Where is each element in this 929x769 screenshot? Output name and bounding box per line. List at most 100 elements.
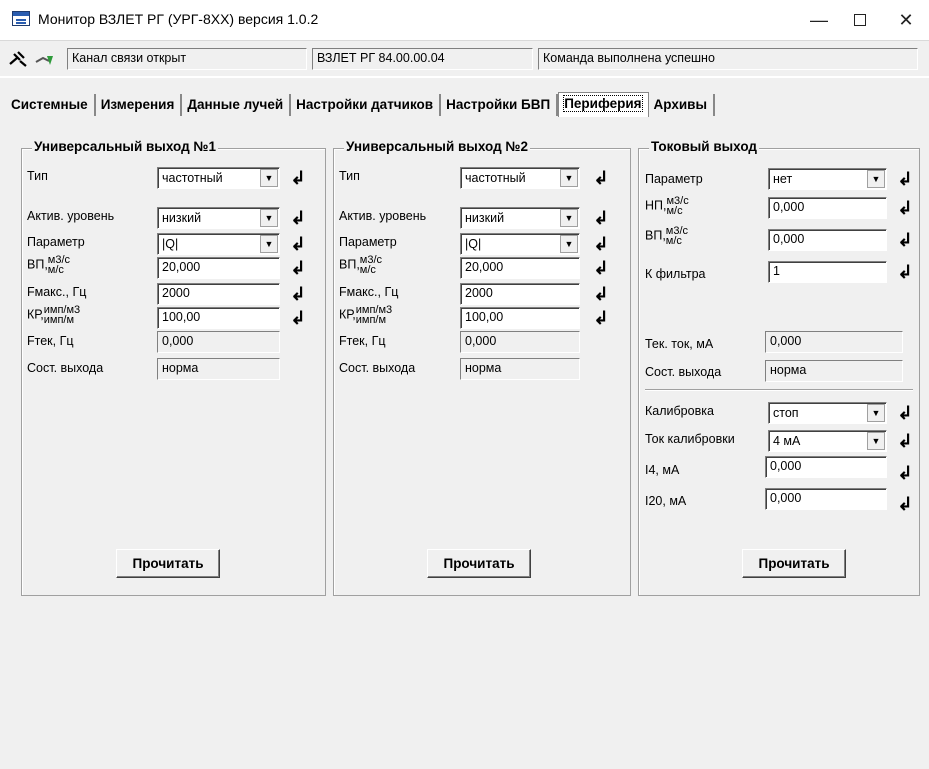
fmax-label: Fмакс., Гц xyxy=(27,285,87,299)
apply-type-button[interactable]: ↲ xyxy=(590,167,612,189)
apply-vp-button[interactable]: ↲ xyxy=(590,257,612,279)
maximize-icon xyxy=(854,14,866,26)
level-value: низкий xyxy=(162,211,202,225)
calibration-label: Калибровка xyxy=(645,404,714,418)
fmax-input[interactable]: 2000 xyxy=(460,283,580,305)
apply-level-button[interactable]: ↲ xyxy=(287,207,309,229)
level-select[interactable]: низкий ▼ xyxy=(157,207,280,229)
vp-text: ВП, xyxy=(27,257,48,272)
universal-output-1-group: Универсальный выход №1 Тип частотный ▼ ↲ … xyxy=(21,139,326,596)
chevron-down-icon[interactable]: ▼ xyxy=(867,432,885,450)
apply-vp-button[interactable]: ↲ xyxy=(287,257,309,279)
antenna-icon[interactable] xyxy=(33,49,57,69)
state-label: Сост. выхода xyxy=(339,361,416,375)
minimize-button[interactable]: — xyxy=(796,2,842,38)
chevron-down-icon[interactable]: ▼ xyxy=(560,169,578,187)
vp-label: ВП,м3/с м/с xyxy=(339,255,382,276)
vp-unit: м3/с м/с xyxy=(48,255,70,276)
apply-np-button[interactable]: ↲ xyxy=(894,197,916,219)
apply-vp-button[interactable]: ↲ xyxy=(894,229,916,251)
tab-archives[interactable]: Архивы xyxy=(649,94,715,116)
tab-sensor-settings[interactable]: Настройки датчиков xyxy=(291,94,442,116)
close-button[interactable]: ✕ xyxy=(883,2,929,38)
fmax-input[interactable]: 2000 xyxy=(157,283,280,305)
plug-icon[interactable] xyxy=(6,49,30,69)
kp-input[interactable]: 100,00 xyxy=(460,307,580,329)
read-button[interactable]: Прочитать xyxy=(742,549,846,578)
kp-label: КР,имп/м3 имп/м xyxy=(27,305,80,326)
tab-system[interactable]: Системные xyxy=(6,94,96,116)
apply-kp-button[interactable]: ↲ xyxy=(590,307,612,329)
tab-periphery[interactable]: Периферия xyxy=(558,92,649,117)
kp-text: КР, xyxy=(27,307,44,322)
apply-level-button[interactable]: ↲ xyxy=(590,207,612,229)
tab-bvp-settings[interactable]: Настройки БВП xyxy=(441,94,559,116)
apply-param-button[interactable]: ↲ xyxy=(287,233,309,255)
type-select[interactable]: частотный ▼ xyxy=(460,167,580,189)
vp-input[interactable]: 20,000 xyxy=(460,257,580,279)
maximize-button[interactable] xyxy=(837,2,883,38)
i20-label: I20, мА xyxy=(645,494,687,508)
kp-unit: имп/м3 имп/м xyxy=(44,305,80,326)
np-text: НП, xyxy=(645,198,667,213)
apply-calibration-current-button[interactable]: ↲ xyxy=(894,430,916,452)
apply-type-button[interactable]: ↲ xyxy=(287,167,309,189)
calibration-select[interactable]: стоп ▼ xyxy=(768,402,887,424)
apply-param-button[interactable]: ↲ xyxy=(894,168,916,190)
apply-param-button[interactable]: ↲ xyxy=(590,233,612,255)
apply-fmax-button[interactable]: ↲ xyxy=(590,283,612,305)
vp-label: ВП,м3/с м/с xyxy=(27,255,70,276)
kp-input[interactable]: 100,00 xyxy=(157,307,280,329)
param-select[interactable]: |Q| ▼ xyxy=(460,233,580,255)
status-device: ВЗЛЕТ РГ 84.00.00.04 xyxy=(312,48,533,70)
i4-input[interactable]: 0,000 xyxy=(765,456,887,478)
apply-i4-button[interactable]: ↲ xyxy=(894,462,916,484)
tab-periphery-label: Периферия xyxy=(563,95,643,112)
ftek-label: Fтек, Гц xyxy=(339,334,386,348)
divider xyxy=(645,389,913,391)
param-select[interactable]: |Q| ▼ xyxy=(157,233,280,255)
apply-i20-button[interactable]: ↲ xyxy=(894,493,916,515)
vp-text: ВП, xyxy=(339,257,360,272)
vp-input[interactable]: 0,000 xyxy=(768,229,887,251)
tab-measurements[interactable]: Измерения xyxy=(96,94,183,116)
chevron-down-icon[interactable]: ▼ xyxy=(260,235,278,253)
apply-filter-button[interactable]: ↲ xyxy=(894,261,916,283)
type-label: Тип xyxy=(27,169,48,183)
fmax-label: Fмакс., Гц xyxy=(339,285,399,299)
read-button[interactable]: Прочитать xyxy=(116,549,220,578)
app-icon xyxy=(12,11,30,26)
state-value: норма xyxy=(765,360,903,382)
np-input[interactable]: 0,000 xyxy=(768,197,887,219)
param-value: |Q| xyxy=(162,237,179,251)
state-label: Сост. выхода xyxy=(645,365,722,379)
type-select[interactable]: частотный ▼ xyxy=(157,167,280,189)
universal-output-2-group: Универсальный выход №2 Тип частотный ▼ ↲ … xyxy=(333,139,631,596)
np-label: НП,м3/с м/с xyxy=(645,196,689,217)
vp-input[interactable]: 20,000 xyxy=(157,257,280,279)
chevron-down-icon[interactable]: ▼ xyxy=(867,404,885,422)
calibration-current-label: Ток калибровки xyxy=(645,432,735,446)
tab-beam-data[interactable]: Данные лучей xyxy=(182,94,292,116)
param-select[interactable]: нет ▼ xyxy=(768,168,887,190)
level-select[interactable]: низкий ▼ xyxy=(460,207,580,229)
type-value: частотный xyxy=(162,171,223,185)
ftek-value: 0,000 xyxy=(157,331,280,353)
apply-calibration-button[interactable]: ↲ xyxy=(894,402,916,424)
apply-kp-button[interactable]: ↲ xyxy=(287,307,309,329)
chevron-down-icon[interactable]: ▼ xyxy=(560,235,578,253)
apply-fmax-button[interactable]: ↲ xyxy=(287,283,309,305)
np-unit-bot: м/с xyxy=(666,205,683,217)
chevron-down-icon[interactable]: ▼ xyxy=(560,209,578,227)
chevron-down-icon[interactable]: ▼ xyxy=(260,169,278,187)
state-label: Сост. выхода xyxy=(27,361,104,375)
i20-input[interactable]: 0,000 xyxy=(765,488,887,510)
level-label: Актив. уровень xyxy=(27,209,115,223)
status-channel: Канал связи открыт xyxy=(67,48,307,70)
i4-label: I4, мА xyxy=(645,463,680,477)
read-button[interactable]: Прочитать xyxy=(427,549,531,578)
calibration-current-select[interactable]: 4 мА ▼ xyxy=(768,430,887,452)
chevron-down-icon[interactable]: ▼ xyxy=(260,209,278,227)
chevron-down-icon[interactable]: ▼ xyxy=(867,170,885,188)
filter-input[interactable]: 1 xyxy=(768,261,887,283)
